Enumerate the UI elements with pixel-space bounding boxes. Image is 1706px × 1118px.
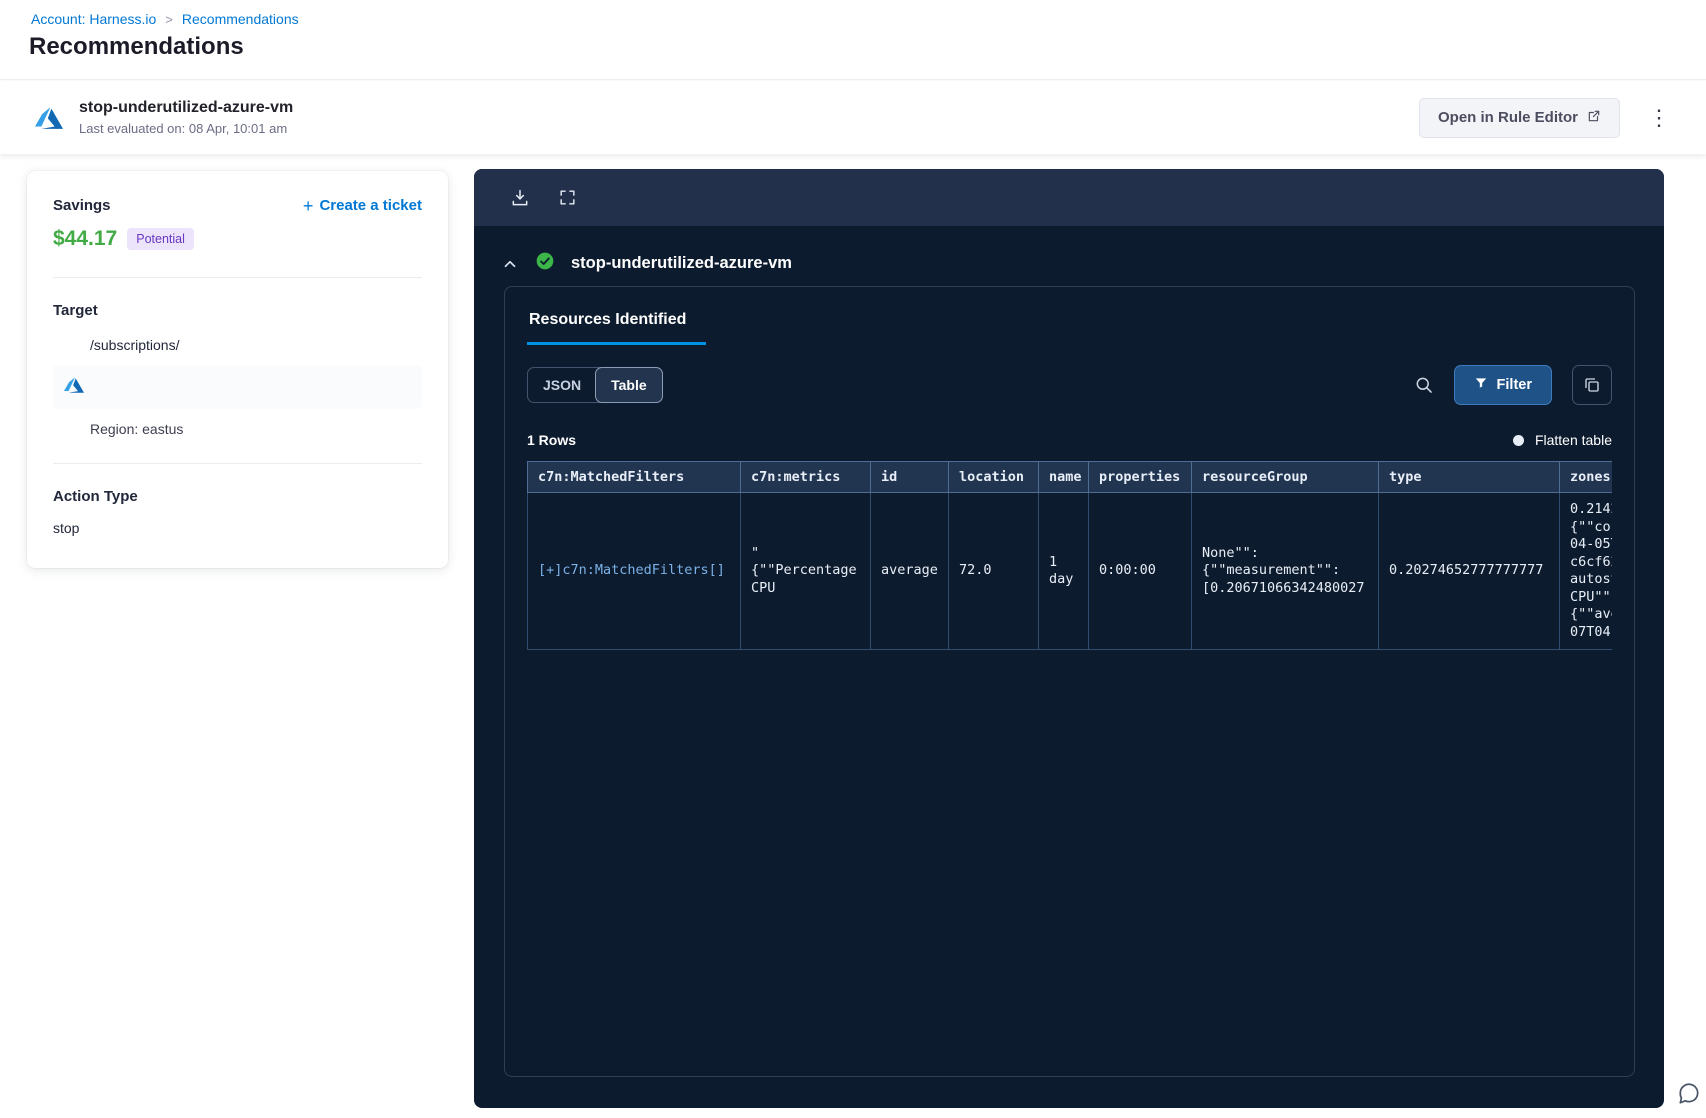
rows-bar: 1 Rows Flatten table [527,432,1612,448]
recommendation-name: stop-underutilized-azure-vm [79,99,294,116]
breadcrumb-recommendations-link[interactable]: Recommendations [182,11,299,27]
col-header-name: name [1038,461,1089,493]
recommendation-header: stop-underutilized-azure-vm Last evaluat… [0,81,1706,154]
target-region: Region: eastus [90,421,184,437]
azure-icon [63,374,85,396]
plus-icon: + [302,195,314,216]
rule-output-panel: stop-underutilized-azure-vm Resources Id… [474,169,1664,1108]
top-header: Account: Harness.io > Recommendations Re… [0,0,1706,80]
tab-label: Resources Identified [529,311,687,328]
flatten-toggle[interactable] [1512,434,1524,446]
col-header-id: id [870,461,949,493]
collapse-chevron-button[interactable] [501,255,519,273]
target-path: /subscriptions/ [90,337,180,353]
tab-row: Resources Identified [527,307,1612,345]
col-header-properties: properties [1088,461,1192,493]
cell-properties: 0:00:00 [1088,491,1192,651]
external-link-icon [1587,109,1601,127]
action-type-value: stop [53,520,80,536]
potential-badge: Potential [127,228,194,250]
col-header-location: location [948,461,1039,493]
table-toggle-button[interactable]: Table [595,367,663,403]
controls-right: Filter [1414,365,1612,405]
open-rule-editor-label: Open in Rule Editor [1437,109,1578,126]
search-button[interactable] [1414,375,1434,395]
filter-icon [1474,376,1488,394]
table-row: [+]c7n:MatchedFilters[] " {""Percentage … [527,491,1612,651]
breadcrumb-account-link[interactable]: Account: Harness.io [31,11,156,27]
cell-id: average [870,491,949,651]
open-rule-editor-button[interactable]: Open in Rule Editor [1418,97,1620,138]
last-evaluated-text: Last evaluated on: 08 Apr, 10:01 am [79,121,288,136]
create-ticket-label: Create a ticket [319,197,422,214]
tab-resources-identified[interactable]: Resources Identified [527,307,707,345]
copy-button[interactable] [1572,365,1612,405]
panel-title: stop-underutilized-azure-vm [571,254,792,272]
success-check-icon [535,251,555,276]
flatten-control: Flatten table [1512,432,1612,448]
cell-name: 1 day [1038,491,1089,651]
table-controls: JSON Table Filter [527,365,1612,405]
create-ticket-button[interactable]: + Create a ticket [302,195,422,216]
resources-panel: Resources Identified JSON Table Filter 1… [504,286,1635,1077]
view-mode-toggle: JSON Table [527,367,663,403]
resources-table: c7n:MatchedFilters c7n:metrics id locati… [527,461,1612,651]
azure-icon [34,103,64,133]
col-header-type: type [1378,461,1560,493]
recommendation-header-text: stop-underutilized-azure-vm Last evaluat… [79,99,1419,136]
filter-button[interactable]: Filter [1453,365,1552,405]
download-button[interactable] [510,188,530,208]
cell-type: 0.20274652777777777 [1378,491,1560,651]
col-header-matched-filters: c7n:MatchedFilters [527,461,741,493]
cell-metrics: " {""Percentage CPU [740,491,871,651]
target-label: Target [53,302,98,319]
fullscreen-button[interactable] [558,188,577,207]
target-resource-row [53,365,422,409]
cell-zones: 0.21423 {""cost 04-05T6 c6cf625 autostc … [1559,491,1612,651]
flatten-label: Flatten table [1534,432,1612,448]
kebab-menu-button[interactable]: ⋮ [1648,106,1670,129]
panel-toolbar [474,169,1664,226]
cell-location: 72.0 [948,491,1039,651]
json-toggle-button[interactable]: JSON [528,368,596,402]
rows-count: 1 Rows [527,432,577,448]
action-type-label: Action Type [53,488,138,505]
breadcrumb-separator: > [165,11,173,27]
filter-label: Filter [1496,377,1532,393]
divider [53,463,422,464]
divider [53,277,422,278]
matched-filters-expander[interactable]: [+]c7n:MatchedFilters[] [527,491,741,651]
support-chat-icon[interactable] [1676,1080,1702,1111]
cell-resource-group: None"": {""measurement"": [0.20671066342… [1191,491,1379,651]
page-title: Recommendations [29,33,244,60]
table-clip: c7n:MatchedFilters c7n:metrics id locati… [527,461,1612,651]
col-header-resource-group: resourceGroup [1191,461,1379,493]
table-header-row: c7n:MatchedFilters c7n:metrics id locati… [527,461,1612,493]
col-header-zones: zones [1559,461,1612,493]
col-header-metrics: c7n:metrics [740,461,871,493]
breadcrumb: Account: Harness.io > Recommendations [31,11,299,27]
savings-amount: $44.17 [53,227,118,250]
recommendation-details-card: Savings + Create a ticket $44.17 Potenti… [27,171,448,568]
savings-label: Savings [53,197,111,214]
panel-title-row: stop-underutilized-azure-vm [474,226,1664,276]
